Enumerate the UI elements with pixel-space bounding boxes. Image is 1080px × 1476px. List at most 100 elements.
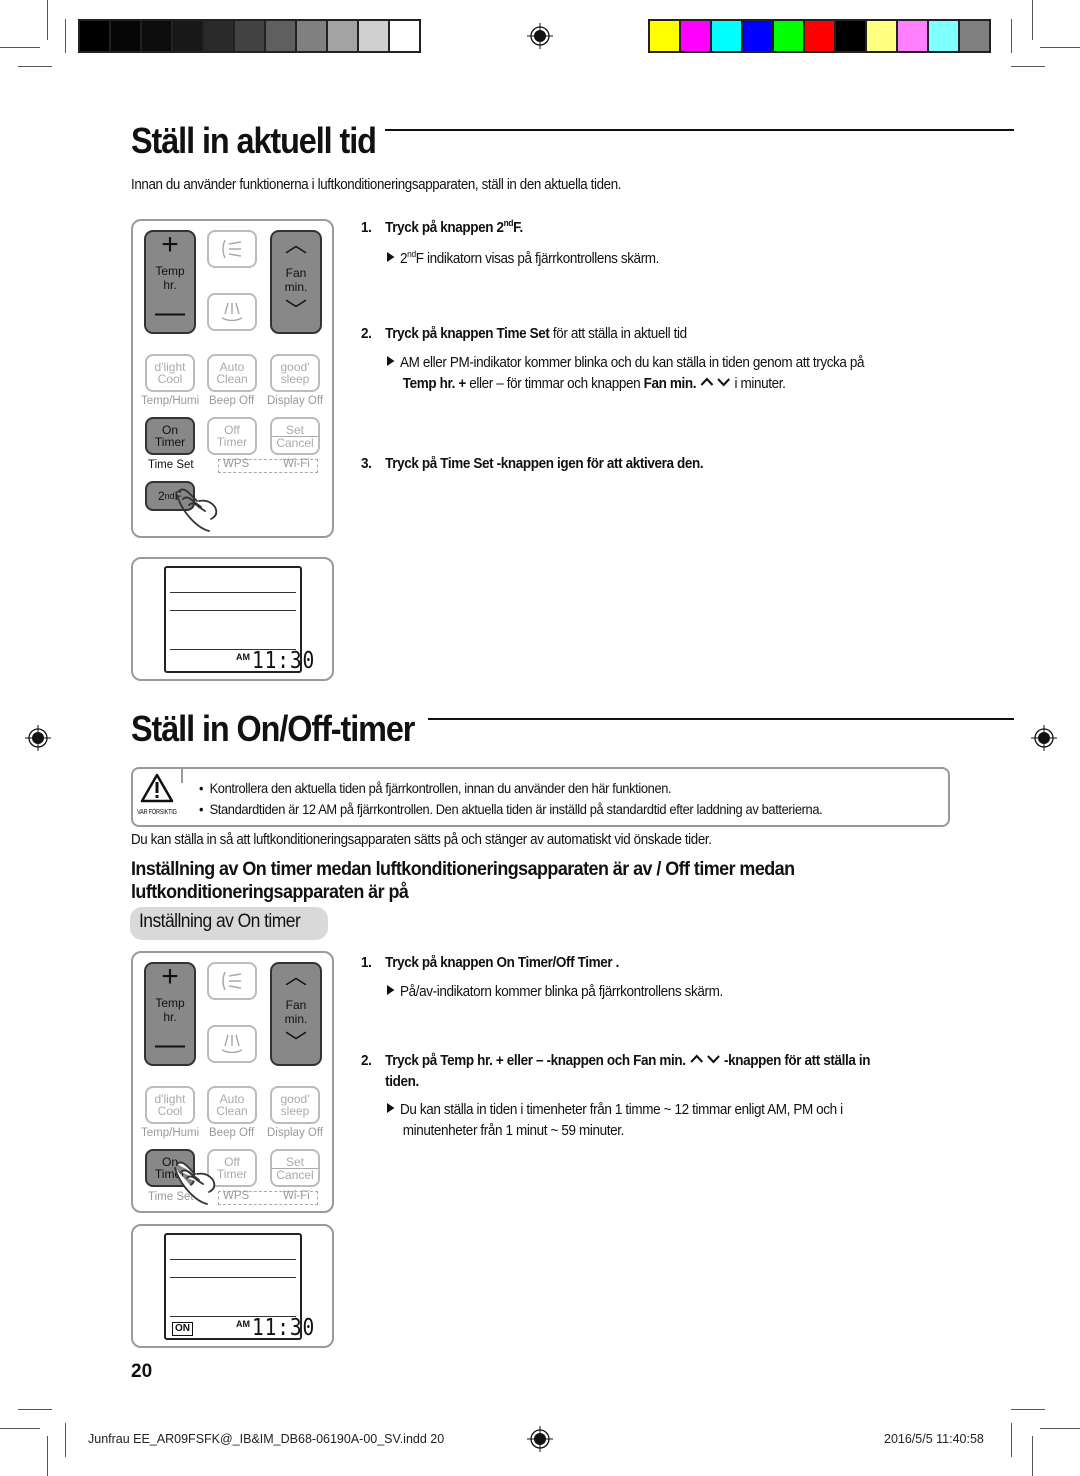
step-1-detail: 2ndF indikatorn visas på fjärrkontrollen… <box>387 244 659 270</box>
gray-swatch <box>142 21 171 51</box>
caution-item-2: • Standardtiden är 12 AM på fjärrkontrol… <box>199 801 823 817</box>
crop-mark <box>1011 19 1012 53</box>
on-timer-pill-heading: Inställning av On timer <box>130 907 328 940</box>
color-swatch <box>898 21 927 51</box>
caution-text: Standardtiden är 12 AM på fjärrkontrolle… <box>209 801 823 817</box>
grayscale-calibration-bar <box>78 19 421 53</box>
pointing-hand-icon <box>176 488 218 532</box>
step-text-bold: On Timer/Off Timer <box>496 955 613 971</box>
fan-min-button[interactable]: ︿ Fan min. ﹀ <box>270 230 322 334</box>
subsection-heading-line: luftkonditioneringsapparaten är på <box>131 881 409 903</box>
temp-hr-button[interactable]: + Temp hr. — <box>144 962 196 1066</box>
color-swatch <box>743 21 772 51</box>
step-2-detail: AM eller PM-indikator kommer blinka och … <box>387 353 865 395</box>
page-number: 20 <box>131 1361 153 1382</box>
step-1: 1. Tryck på knappen 2ndF. <box>361 218 523 236</box>
chevron-up-icon: ︿ <box>284 964 307 989</box>
remote-display-panel-2: ON AM 11:30 <box>131 1224 334 1348</box>
good-sleep-button[interactable]: good' sleep <box>270 1086 320 1124</box>
step-text: + eller – -knappen och <box>492 1053 634 1069</box>
on-timer-button[interactable]: On Timer <box>145 417 195 455</box>
lcd-line <box>170 1277 296 1278</box>
lcd-screen: ON AM 11:30 <box>164 1233 314 1341</box>
detail-text-sup: nd <box>407 249 416 259</box>
set-cancel-button[interactable]: Set Cancel <box>270 1149 320 1187</box>
up-down-chevrons-icon <box>690 1054 720 1064</box>
swing-vertical-icon <box>221 1034 243 1054</box>
detail-text: eller – för timmar och knappen <box>465 376 644 392</box>
color-swatch <box>774 21 803 51</box>
step-text-bold: Time Set <box>440 456 494 472</box>
minus-icon: — <box>155 296 185 329</box>
fan-label: Fan <box>285 998 307 1012</box>
crop-mark <box>1011 1423 1012 1457</box>
crop-mark <box>1011 1409 1045 1410</box>
button-text: Cancel <box>276 435 314 450</box>
dlight-cool-button[interactable]: d'light Cool <box>145 354 195 392</box>
section-intro: Innan du använder funktionerna i luftkon… <box>131 177 622 193</box>
good-sleep-button[interactable]: good' sleep <box>270 354 320 392</box>
section2-intro: Du kan ställa in så att luftkonditioneri… <box>131 832 712 848</box>
auto-clean-button[interactable]: Auto Clean <box>207 1086 257 1124</box>
crop-mark <box>1011 66 1045 67</box>
set-cancel-button[interactable]: Set Cancel <box>270 417 320 455</box>
swing-vertical-button[interactable] <box>207 293 257 331</box>
gray-swatch <box>173 21 202 51</box>
crop-mark <box>0 47 40 48</box>
swing-vertical-button[interactable] <box>207 1025 257 1063</box>
fan-label: Fan <box>285 266 307 280</box>
temp-hr-button[interactable]: + Temp hr. — <box>144 230 196 334</box>
wps-label: WPS <box>223 1190 250 1202</box>
warning-triangle-icon <box>140 773 174 803</box>
color-swatch <box>650 21 679 51</box>
caution-divider <box>181 769 183 783</box>
gray-swatch <box>235 21 264 51</box>
button-text: Set <box>272 1156 318 1169</box>
caution-label: VAR FÖRSIKTIG <box>137 809 177 816</box>
swing-vertical-icon <box>221 302 243 322</box>
button-text: Timer <box>154 435 186 449</box>
step-text-bold: Fan min. <box>633 1053 686 1069</box>
gray-swatch <box>266 21 295 51</box>
temp-humi-label: Temp/Humi <box>141 395 200 407</box>
min-label: min. <box>284 1012 308 1026</box>
step-text-sup: nd <box>503 218 514 228</box>
button-text: Cool <box>157 372 183 386</box>
swing-horizontal-icon <box>222 239 242 259</box>
auto-clean-button[interactable]: Auto Clean <box>207 354 257 392</box>
button-text: Clean <box>216 372 248 386</box>
beep-off-label: Beep Off <box>209 1127 255 1139</box>
wifi-label: Wi-Fi <box>283 1190 310 1202</box>
am-indicator: AM <box>236 652 250 662</box>
subsection-heading-line: Inställning av On timer medan luftkondit… <box>131 858 795 880</box>
chevron-down-icon: ﹀ <box>284 1030 307 1055</box>
caution-item-1: • Kontrollera den aktuella tiden på fjär… <box>199 780 672 796</box>
section-title-current-time: Ställ in aktuell tid <box>131 120 377 161</box>
button-text-sup: nd <box>164 491 175 501</box>
step-text: Tryck på knappen <box>385 326 497 342</box>
button-text: Cool <box>157 1104 183 1118</box>
step-3: 3. Tryck på Time Set -knappen igen för at… <box>361 456 704 472</box>
step-number: 1. <box>361 955 372 971</box>
caution-text: Kontrollera den aktuella tiden på fjärrk… <box>209 780 672 796</box>
off-timer-button[interactable]: Off Timer <box>207 417 257 455</box>
swing-horizontal-button[interactable] <box>207 230 257 268</box>
fan-min-button[interactable]: ︿ Fan min. ﹀ <box>270 962 322 1066</box>
lcd-line <box>170 1259 296 1260</box>
color-swatch <box>805 21 834 51</box>
swing-horizontal-button[interactable] <box>207 962 257 1000</box>
detail-text-bold: Temp hr. + <box>402 376 466 392</box>
heading-rule <box>428 718 1014 720</box>
timer-step-1: 1. Tryck på knappen On Timer/Off Timer . <box>361 955 619 971</box>
remote-control-illustration: + Temp hr. — ︿ Fan min. ﹀ d'light Cool Au… <box>131 219 334 538</box>
dlight-cool-button[interactable]: d'light Cool <box>145 1086 195 1124</box>
button-text: Cancel <box>276 1167 314 1182</box>
bullet-triangle-icon <box>387 1103 395 1113</box>
step-text-bold: Temp hr. <box>440 1053 493 1069</box>
crop-mark <box>65 19 66 53</box>
gray-swatch <box>359 21 388 51</box>
button-text: sleep <box>280 372 310 386</box>
crop-mark <box>1040 1428 1080 1429</box>
bullet-triangle-icon <box>387 356 395 366</box>
time-readout: 11:30 <box>252 1315 316 1341</box>
